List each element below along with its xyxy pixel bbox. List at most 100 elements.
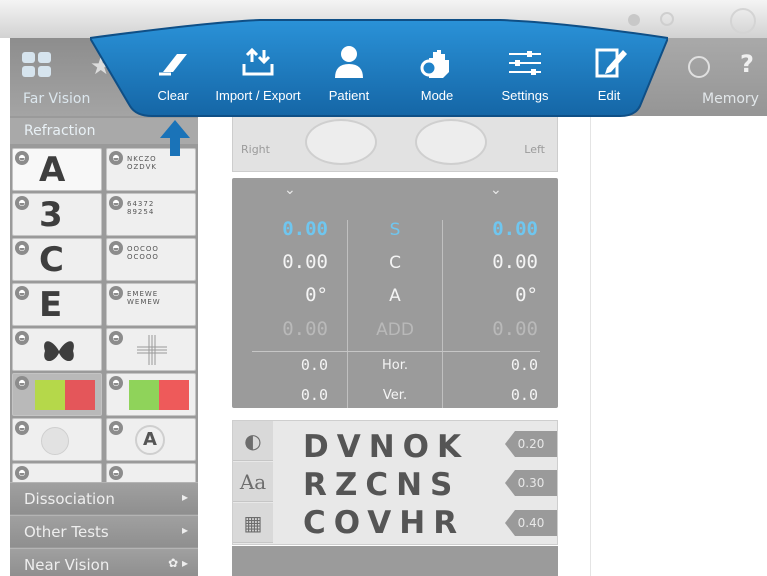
test-cell-dots[interactable]: ◓ [12,418,102,461]
menu-near-vision[interactable]: Near Vision ✿ ▸ [10,548,198,576]
power-icon[interactable] [730,8,756,34]
divider [252,351,540,352]
row-cylinder[interactable]: 0.00 C 0.00 [232,251,558,283]
cylinder-right-value[interactable]: 0.00 [232,251,328,273]
eye-right-label: Right [241,143,270,156]
eye-toggle-icon[interactable]: ◓ [109,286,123,300]
tab-memory-label: Memory [702,91,759,107]
patient-icon [335,46,363,78]
grid-icon [22,52,52,78]
optotype-panel: ◐ Aa ▦ DVNOK 0.20 RZCNS 0.30 COVHR 0.40 [232,420,558,545]
cylinder-left-value[interactable]: 0.00 [442,251,538,273]
test-cell-number-3[interactable]: ◓ 3 [12,193,102,236]
prism-ver-right-value[interactable]: 0.0 [232,386,328,404]
menu-dissociation[interactable]: Dissociation ▸ [10,482,198,514]
left-eye-icon[interactable] [415,119,487,165]
add-right-value[interactable]: 0.00 [232,318,328,340]
sphere-left-value[interactable]: 0.00 [442,218,538,240]
test-cell-a-circle[interactable]: ◓ A [106,418,196,461]
row-sphere[interactable]: 0.00 S 0.00 [232,218,558,250]
row-add[interactable]: 0.00 ADD 0.00 [232,318,558,350]
axis-label: A [389,286,401,306]
axis-left-value[interactable]: 0° [442,284,538,306]
eye-toggle-icon[interactable]: ◓ [15,286,29,300]
acuity-value[interactable]: 0.40 [505,510,557,536]
eye-toggle-icon[interactable]: ◓ [109,421,123,435]
import-export-button[interactable]: Import / Export [208,44,308,114]
eye-toggle-icon[interactable]: ◓ [15,196,29,210]
row-prism-horizontal[interactable]: 0.0 Hor. 0.0 [232,356,558,388]
menu-near-vision-label: Near Vision [24,556,110,574]
clock-icon [688,56,710,78]
test-cell-red-green-circles[interactable]: ◓ [106,373,196,416]
eye-toggle-icon[interactable]: ◓ [15,151,29,165]
test-cell-number-chart[interactable]: ◓ 64372 89254 [106,193,196,236]
acuity-value[interactable]: 0.20 [505,431,557,457]
eye-toggle-icon[interactable]: ◓ [109,331,123,345]
menu-dissociation-label: Dissociation [24,490,115,508]
optotype-line[interactable]: COVHR [303,505,465,541]
help-icon[interactable]: ? [740,50,754,78]
font-size-icon[interactable]: Aa [233,462,273,502]
clear-label: Clear [157,88,189,103]
test-cell-letter-a[interactable]: ◓ A [12,148,102,191]
eye-toggle-icon[interactable]: ◓ [15,241,29,255]
import-export-icon [242,47,274,76]
test-cell-cross[interactable]: ◓ [106,328,196,371]
eraser-icon [159,54,187,76]
clear-button[interactable]: Clear [130,44,216,114]
eye-toggle-icon[interactable]: ◓ [109,466,123,480]
red-half [65,380,95,410]
eye-toggle-icon[interactable]: ◓ [109,376,123,390]
test-cell-landolt-chart[interactable]: ◓ OOCOO OCOOO [106,238,196,281]
test-cell-tumbling-e-chart[interactable]: ◓ EMEWE WEMEW [106,283,196,326]
test-glyph: EMEWE WEMEW [127,290,161,306]
prism-ver-left-value[interactable]: 0.0 [442,386,538,404]
edit-button[interactable]: Edit [566,44,652,114]
acuity-value[interactable]: 0.30 [505,470,557,496]
test-cell-butterfly[interactable]: ◓ [12,328,102,371]
edit-icon [595,48,627,78]
prism-hor-right-value[interactable]: 0.0 [232,356,328,374]
eye-toggle-icon[interactable]: ◓ [15,421,29,435]
eye-toggle-icon[interactable]: ◓ [15,376,29,390]
optotype-footer [232,546,558,576]
test-cell-red-green[interactable]: ◓ [12,373,102,416]
settings-button[interactable]: Settings [482,44,568,114]
mode-button[interactable]: Mode [394,44,480,114]
contrast-icon[interactable]: ◐ [233,421,273,461]
grid-icon[interactable]: ▦ [233,503,273,543]
chevron-down-icon[interactable]: ⌄ [490,182,502,198]
sliders-icon [509,51,541,75]
patient-button[interactable]: Patient [306,44,392,114]
axis-right-value[interactable]: 0° [232,284,328,306]
row-prism-vertical[interactable]: 0.0 Ver. 0.0 [232,386,558,418]
menu-other-tests[interactable]: Other Tests ▸ [10,515,198,547]
chevron-down-icon[interactable]: ⌄ [284,182,296,198]
eye-toggle-icon[interactable]: ◓ [15,466,29,480]
eye-toggle-icon[interactable]: ◓ [109,196,123,210]
sphere-label: S [389,220,401,240]
patient-label: Patient [328,88,370,103]
optotype-line[interactable]: DVNOK [303,429,469,465]
eye-toggle-icon[interactable]: ◓ [109,241,123,255]
cross-grid-icon [137,335,167,365]
optotype-line[interactable]: RZCNS [303,467,460,503]
pointer-arrow-icon [160,120,190,156]
test-glyph: NKCZO OZDVK [127,155,157,171]
eye-toggle-icon[interactable]: ◓ [15,331,29,345]
add-label: ADD [376,320,414,340]
chevron-right-icon: ▸ [181,490,188,504]
eye-toggle-icon[interactable]: ◓ [109,151,123,165]
test-cell-tumbling-e[interactable]: ◓ E [12,283,102,326]
butterfly-icon [44,341,74,362]
prism-hor-left-value[interactable]: 0.0 [442,356,538,374]
tab-far-vision-label: Far Vision [23,91,91,107]
add-left-value[interactable]: 0.00 [442,318,538,340]
sphere-right-value[interactable]: 0.00 [232,218,328,240]
right-eye-icon[interactable] [305,119,377,165]
row-axis[interactable]: 0° A 0° [232,284,558,316]
mode-label: Mode [420,88,454,103]
test-glyph: 64372 89254 [127,200,155,216]
test-cell-landolt-c[interactable]: ◓ C [12,238,102,281]
